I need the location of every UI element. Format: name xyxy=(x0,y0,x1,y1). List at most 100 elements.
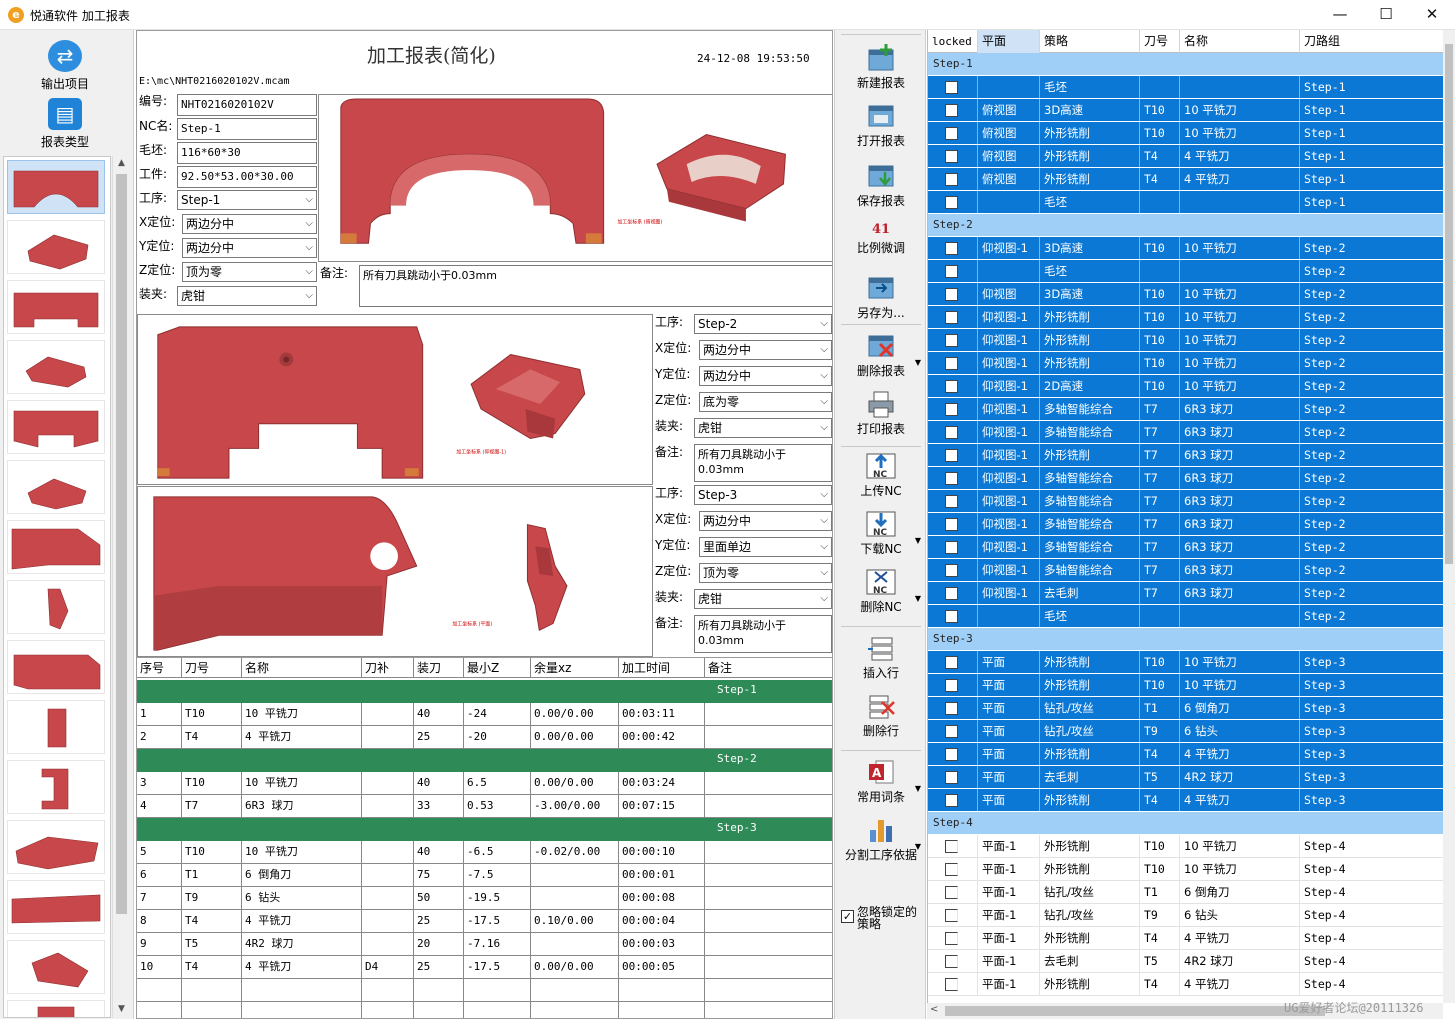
report-type-button[interactable]: ▤ 报表类型 xyxy=(10,98,120,150)
locked-checkbox[interactable] xyxy=(945,702,958,715)
grid-row[interactable]: 仰视图-1 多轴智能综合 T7 6R3 球刀 Step-2 xyxy=(928,421,1443,444)
grid-row[interactable]: 仰视图-1 2D高速 T10 10 平铣刀 Step-2 xyxy=(928,375,1443,398)
common-terms-button[interactable]: A 常用词条 ▼ xyxy=(835,758,927,805)
thumbnail-item[interactable] xyxy=(7,700,105,754)
part-field[interactable]: 92.50*53.00*30.00 xyxy=(177,166,317,188)
thumbnail-item[interactable] xyxy=(7,220,105,274)
thumbnail-item[interactable] xyxy=(7,640,105,694)
locked-checkbox[interactable] xyxy=(945,587,958,600)
ops-table-empty-row[interactable] xyxy=(137,1002,832,1018)
grid-row[interactable]: 平面-1 去毛刺 T5 4R2 球刀 Step-4 xyxy=(928,950,1443,973)
maximize-button[interactable]: ☐ xyxy=(1363,0,1409,30)
grid-row[interactable]: 仰视图-1 外形铣削 T10 10 平铣刀 Step-2 xyxy=(928,352,1443,375)
grid-row[interactable]: 俯视图 外形铣削 T10 10 平铣刀 Step-1 xyxy=(928,122,1443,145)
locked-checkbox[interactable] xyxy=(945,748,958,761)
grid-row[interactable]: 仰视图-1 去毛刺 T7 6R3 球刀 Step-2 xyxy=(928,582,1443,605)
thumbnail-item[interactable] xyxy=(7,760,105,814)
ops-table-row[interactable]: 5 T10 10 平铣刀 40 -6.5 -0.02/0.00 00:00:10 xyxy=(137,841,832,864)
locked-checkbox[interactable] xyxy=(945,265,958,278)
dropdown-arrow-icon[interactable]: ▼ xyxy=(915,784,921,793)
thumbnail-item[interactable] xyxy=(7,520,105,574)
scroll-left-arrow-icon[interactable]: < xyxy=(930,1004,938,1015)
grid-row[interactable]: 毛坯 Step-2 xyxy=(928,605,1443,628)
step3-clamp-select[interactable]: 虎钳 ⌵ xyxy=(694,589,832,609)
grid-row[interactable]: 毛坯 Step-1 xyxy=(928,76,1443,99)
z-position-select[interactable]: 顶为零 ⌵ xyxy=(182,262,317,282)
thumbnail-scrollbar[interactable]: ▲ ▼ xyxy=(112,156,129,1018)
grid-row[interactable]: 仰视图-1 多轴智能综合 T7 6R3 球刀 Step-2 xyxy=(928,536,1443,559)
grid-row[interactable]: 平面 钻孔/攻丝 T9 6 钻头 Step-3 xyxy=(928,720,1443,743)
dropdown-arrow-icon[interactable]: ▼ xyxy=(915,594,921,603)
locked-checkbox[interactable] xyxy=(945,449,958,462)
grid-row[interactable]: 仰视图 3D高速 T10 10 平铣刀 Step-2 xyxy=(928,283,1443,306)
thumbnail-item[interactable] xyxy=(7,820,105,874)
locked-checkbox[interactable] xyxy=(945,840,958,853)
thumbnail-item[interactable] xyxy=(7,460,105,514)
thumbnail-item[interactable] xyxy=(7,940,105,994)
locked-checkbox[interactable] xyxy=(945,518,958,531)
ops-table-row[interactable]: 6 T1 6 倒角刀 75 -7.5 00:00:01 xyxy=(137,864,832,887)
locked-checkbox[interactable] xyxy=(945,725,958,738)
step3-process-select[interactable]: Step-3 ⌵ xyxy=(694,485,832,505)
step2-clamp-select[interactable]: 虎钳 ⌵ xyxy=(694,418,832,438)
grid-row[interactable]: 平面-1 钻孔/攻丝 T1 6 倒角刀 Step-4 xyxy=(928,881,1443,904)
thumbnail-list[interactable] xyxy=(3,156,111,1018)
grid-row[interactable]: 平面 外形铣削 T10 10 平铣刀 Step-3 xyxy=(928,674,1443,697)
grid-row[interactable]: 仰视图-1 外形铣削 T7 6R3 球刀 Step-2 xyxy=(928,444,1443,467)
scroll-down-arrow-icon[interactable]: ▼ xyxy=(113,1004,130,1014)
thumbnail-item[interactable] xyxy=(7,400,105,454)
locked-checkbox[interactable] xyxy=(945,679,958,692)
ops-table-row[interactable]: 2 T4 4 平铣刀 25 -20 0.00/0.00 00:00:42 xyxy=(137,726,832,749)
scrollbar-thumb[interactable] xyxy=(116,174,127,914)
thumbnail-item[interactable] xyxy=(7,1000,105,1017)
ops-table-row[interactable]: 7 T9 6 钻头 50 -19.5 00:00:08 xyxy=(137,887,832,910)
grid-group-row[interactable]: Step-4 xyxy=(928,812,1443,835)
grid-row[interactable]: 平面-1 外形铣削 T10 10 平铣刀 Step-4 xyxy=(928,835,1443,858)
grid-row[interactable]: 俯视图 外形铣削 T4 4 平铣刀 Step-1 xyxy=(928,145,1443,168)
step3-x-select[interactable]: 两边分中 ⌵ xyxy=(699,511,832,531)
step2-y-select[interactable]: 两边分中 ⌵ xyxy=(699,366,832,386)
locked-checkbox[interactable] xyxy=(945,81,958,94)
grid-header-cell[interactable]: locked xyxy=(928,30,978,53)
insert-row-button[interactable]: 插入行 xyxy=(835,634,927,681)
blank-field[interactable]: 116*60*30 xyxy=(177,142,317,164)
grid-row[interactable]: 平面 外形铣削 T4 4 平铣刀 Step-3 xyxy=(928,789,1443,812)
locked-checkbox[interactable] xyxy=(945,357,958,370)
locked-checkbox[interactable] xyxy=(945,564,958,577)
save-report-button[interactable]: 保存报表 xyxy=(835,162,927,209)
delete-row-button[interactable]: 删除行 xyxy=(835,692,927,739)
grid-vertical-scrollbar[interactable] xyxy=(1443,30,1455,1003)
x-position-select[interactable]: 两边分中 ⌵ xyxy=(182,214,317,234)
step3-z-select[interactable]: 顶为零 ⌵ xyxy=(699,563,832,583)
grid-header-cell[interactable]: 名称 xyxy=(1180,30,1300,53)
dropdown-arrow-icon[interactable]: ▼ xyxy=(915,536,921,545)
ops-table-row[interactable]: 8 T4 4 平铣刀 25 -17.5 0.10/0.00 00:00:04 xyxy=(137,910,832,933)
step3-note-field[interactable]: 所有刀具跳动小于0.03mm xyxy=(694,615,832,653)
grid-row[interactable]: 仰视图-1 多轴智能综合 T7 6R3 球刀 Step-2 xyxy=(928,398,1443,421)
note-field[interactable]: 所有刀具跳动小于0.03mm xyxy=(359,265,832,307)
scrollbar-thumb[interactable] xyxy=(1445,44,1453,564)
scrollbar-thumb[interactable] xyxy=(945,1006,1325,1016)
ops-table-empty-row[interactable] xyxy=(137,979,832,1002)
step2-process-select[interactable]: Step-2 ⌵ xyxy=(694,314,832,334)
grid-header-cell[interactable]: 刀路组 xyxy=(1300,30,1443,53)
step3-y-select[interactable]: 里面单边 ⌵ xyxy=(699,537,832,557)
ops-table-row[interactable]: 10 T4 4 平铣刀 D4 25 -17.5 0.00/0.00 00:00:05 xyxy=(137,956,832,979)
grid-header-cell[interactable]: 刀号 xyxy=(1140,30,1180,53)
grid-row[interactable]: 仰视图-1 3D高速 T10 10 平铣刀 Step-2 xyxy=(928,237,1443,260)
delete-nc-button[interactable]: NC 删除NC ▼ xyxy=(835,568,927,615)
number-field[interactable]: NHT0216020102V xyxy=(177,94,317,116)
scroll-up-arrow-icon[interactable]: ▲ xyxy=(113,158,130,168)
locked-checkbox[interactable] xyxy=(945,173,958,186)
grid-row[interactable]: 仰视图-1 多轴智能综合 T7 6R3 球刀 Step-2 xyxy=(928,559,1443,582)
grid-row[interactable]: 俯视图 3D高速 T10 10 平铣刀 Step-1 xyxy=(928,99,1443,122)
locked-checkbox[interactable] xyxy=(945,863,958,876)
download-nc-button[interactable]: NC 下载NC ▼ xyxy=(835,510,927,557)
thumbnail-item[interactable] xyxy=(7,280,105,334)
split-process-button[interactable]: 分割工序依据 ▼ xyxy=(835,816,927,863)
y-position-select[interactable]: 两边分中 ⌵ xyxy=(182,238,317,258)
ops-table-row[interactable]: 9 T5 4R2 球刀 20 -7.16 00:00:03 xyxy=(137,933,832,956)
locked-checkbox[interactable] xyxy=(945,403,958,416)
open-report-button[interactable]: 打开报表 xyxy=(835,102,927,149)
upload-nc-button[interactable]: NC 上传NC xyxy=(835,452,927,499)
